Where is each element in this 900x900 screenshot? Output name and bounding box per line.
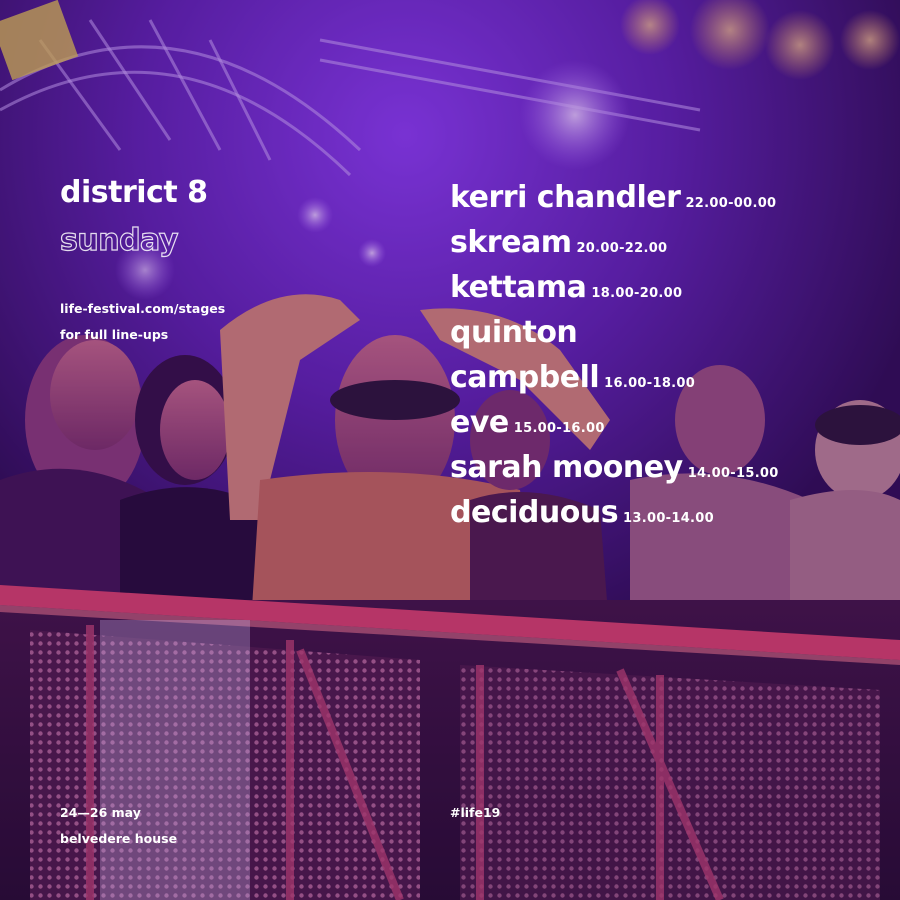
lineup-item: eve 15.00-16.00 <box>450 403 890 448</box>
artist-name: sarah mooney <box>450 450 683 485</box>
event-dates: 24—26 may <box>60 805 141 820</box>
artist-name: skream <box>450 225 572 260</box>
artist-name: kettama <box>450 270 587 305</box>
artist-name: eve <box>450 405 509 440</box>
stage-day: sunday <box>59 223 179 258</box>
lineup-item: skream 20.00-22.00 <box>450 223 890 268</box>
lineup-list: kerri chandler 22.00-00.00 skream 20.00-… <box>450 178 890 538</box>
set-time: 13.00-14.00 <box>623 511 714 526</box>
artist-name: campbell <box>450 360 600 395</box>
info-block: life-festival.com/stages for full line-u… <box>60 296 225 348</box>
artist-name: kerri chandler <box>450 180 681 215</box>
lineup-item: campbell 16.00-18.00 <box>450 358 890 403</box>
hashtag: #life19 <box>450 805 501 820</box>
set-time: 14.00-15.00 <box>687 466 779 481</box>
lineup-item: quinton <box>450 313 890 358</box>
set-time: 20.00-22.00 <box>576 241 668 256</box>
stage-name: district 8 <box>60 175 208 210</box>
lineup-item: kerri chandler 22.00-00.00 <box>450 178 890 223</box>
set-time: 16.00-18.00 <box>604 376 696 391</box>
event-venue: belvedere house <box>60 831 178 846</box>
lineup-item: sarah mooney 14.00-15.00 <box>450 448 890 493</box>
set-time: 22.00-00.00 <box>685 196 777 211</box>
lineup-item: deciduous 13.00-14.00 <box>450 493 890 538</box>
lineup-item: kettama 18.00-20.00 <box>450 268 890 313</box>
set-time: 15.00-16.00 <box>513 421 605 436</box>
event-details: 24—26 may belvedere house <box>60 800 177 852</box>
set-time: 18.00-20.00 <box>591 286 683 301</box>
stages-url-link[interactable]: life-festival.com/stages <box>60 296 225 322</box>
artist-name: quinton <box>450 315 578 350</box>
info-note: for full line-ups <box>60 327 169 342</box>
artist-name: deciduous <box>450 495 619 530</box>
